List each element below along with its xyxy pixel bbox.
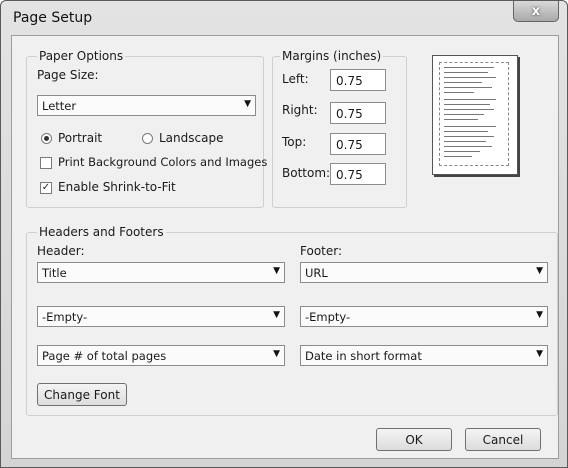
dialog-body: Paper Options Page Size: Letter ▼ Portra… [11,35,559,459]
right-margin-label: Right: [282,103,318,117]
chevron-down-icon: ▼ [273,310,280,320]
title-bar: Page Setup x [1,1,567,35]
cancel-button[interactable]: Cancel [465,428,541,451]
shrink-to-fit-checkbox[interactable]: ✓ [40,182,52,194]
paper-options-label: Paper Options [37,49,126,63]
portrait-label: Portrait [58,131,103,145]
dialog-title: Page Setup [13,10,93,26]
print-background-label: Print Background Colors and Images [58,155,268,169]
header-select-1[interactable]: Title ▼ [37,262,285,283]
landscape-label: Landscape [159,131,224,145]
left-margin-label: Left: [282,72,309,86]
bottom-margin-label: Bottom: [282,166,331,180]
close-icon: x [531,3,541,19]
footer-label: Footer: [300,244,343,258]
footer-select-1[interactable]: URL ▼ [300,262,548,283]
footer-select-2-value: -Empty- [305,310,351,324]
page-setup-dialog: Page Setup x Paper Options Page Size: Le… [0,0,568,468]
chevron-down-icon: ▼ [244,99,251,109]
left-margin-value: 0.75 [336,74,363,88]
header-label: Header: [37,244,85,258]
footer-select-3[interactable]: Date in short format ▼ [300,345,548,366]
portrait-radio[interactable] [41,133,52,144]
landscape-radio[interactable] [142,133,153,144]
page-size-select[interactable]: Letter ▼ [37,95,256,116]
header-select-2[interactable]: -Empty- ▼ [37,306,285,327]
page-size-label: Page Size: [37,68,99,82]
print-background-checkbox[interactable] [40,157,52,169]
bottom-margin-input[interactable]: 0.75 [330,163,386,185]
chevron-down-icon: ▼ [536,349,543,359]
chevron-down-icon: ▼ [273,349,280,359]
header-select-3[interactable]: Page # of total pages ▼ [37,345,285,366]
chevron-down-icon: ▼ [273,266,280,276]
header-select-1-value: Title [42,266,67,280]
right-margin-value: 0.75 [336,107,363,121]
top-margin-input[interactable]: 0.75 [330,133,386,155]
footer-select-1-value: URL [305,266,328,280]
page-preview-margin [439,62,509,166]
right-margin-input[interactable]: 0.75 [330,102,386,124]
footer-select-2[interactable]: -Empty- ▼ [300,306,548,327]
top-margin-value: 0.75 [336,138,363,152]
shrink-to-fit-label: Enable Shrink-to-Fit [58,180,176,194]
page-size-value: Letter [42,99,77,113]
chevron-down-icon: ▼ [536,310,543,320]
headers-footers-label: Headers and Footers [37,225,166,239]
bottom-margin-value: 0.75 [336,168,363,182]
header-select-2-value: -Empty- [42,310,88,324]
top-margin-label: Top: [282,135,307,149]
margins-label: Margins (inches) [280,49,384,63]
footer-select-3-value: Date in short format [305,349,422,363]
close-button[interactable]: x [513,1,559,22]
change-font-button[interactable]: Change Font [37,383,127,406]
page-preview [432,55,518,175]
ok-button[interactable]: OK [376,428,452,451]
chevron-down-icon: ▼ [536,266,543,276]
left-margin-input[interactable]: 0.75 [330,69,386,91]
header-select-3-value: Page # of total pages [42,349,167,363]
